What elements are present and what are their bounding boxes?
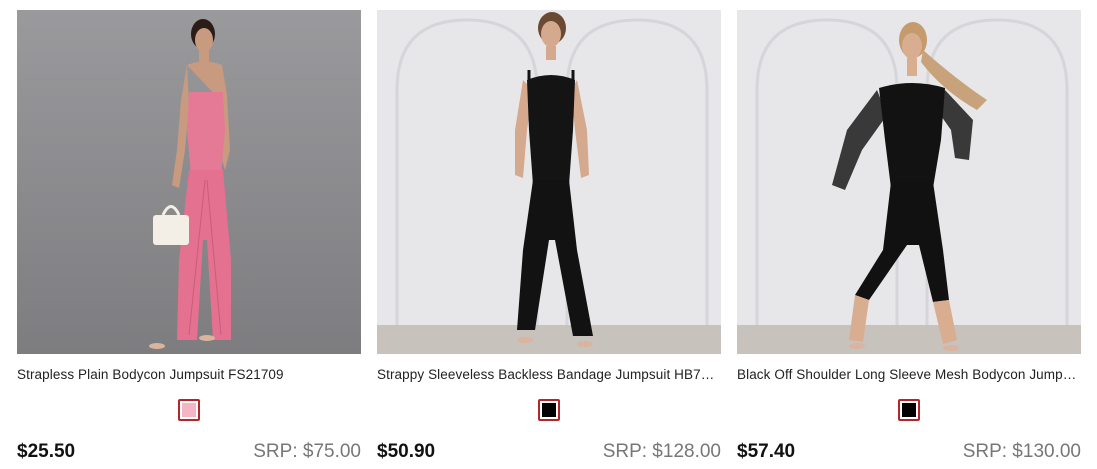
srp-price: SRP: $75.00 — [253, 441, 361, 462]
model-black-off-shoulder-jumpsuit-photo — [737, 10, 1081, 354]
product-card[interactable]: Strapless Plain Bodycon Jumpsuit FS21709… — [17, 10, 361, 469]
product-image[interactable] — [17, 10, 361, 354]
product-grid: Strapless Plain Bodycon Jumpsuit FS21709… — [0, 0, 1097, 469]
color-swatch-fill — [902, 403, 916, 417]
product-title[interactable]: Strapless Plain Bodycon Jumpsuit FS21709 — [17, 367, 361, 382]
srp-price: SRP: $128.00 — [602, 441, 721, 462]
sale-price: $50.90 — [377, 441, 436, 462]
srp-price: SRP: $130.00 — [962, 441, 1081, 462]
color-swatch[interactable] — [178, 399, 200, 421]
color-swatch-fill — [542, 403, 556, 417]
product-title[interactable]: Strappy Sleeveless Backless Bandage Jump… — [377, 367, 721, 382]
product-image[interactable] — [377, 10, 721, 354]
color-swatch[interactable] — [538, 399, 560, 421]
product-card[interactable]: Black Off Shoulder Long Sleeve Mesh Body… — [737, 10, 1081, 469]
model-pink-jumpsuit-photo — [17, 10, 361, 354]
color-swatch[interactable] — [898, 399, 920, 421]
color-swatch-fill — [182, 403, 196, 417]
sale-price: $57.40 — [737, 441, 796, 462]
sale-price: $25.50 — [17, 441, 76, 462]
product-title[interactable]: Black Off Shoulder Long Sleeve Mesh Body… — [737, 367, 1081, 382]
product-card[interactable]: Strappy Sleeveless Backless Bandage Jump… — [377, 10, 721, 469]
product-image[interactable] — [737, 10, 1081, 354]
model-black-strappy-jumpsuit-photo — [377, 10, 721, 354]
